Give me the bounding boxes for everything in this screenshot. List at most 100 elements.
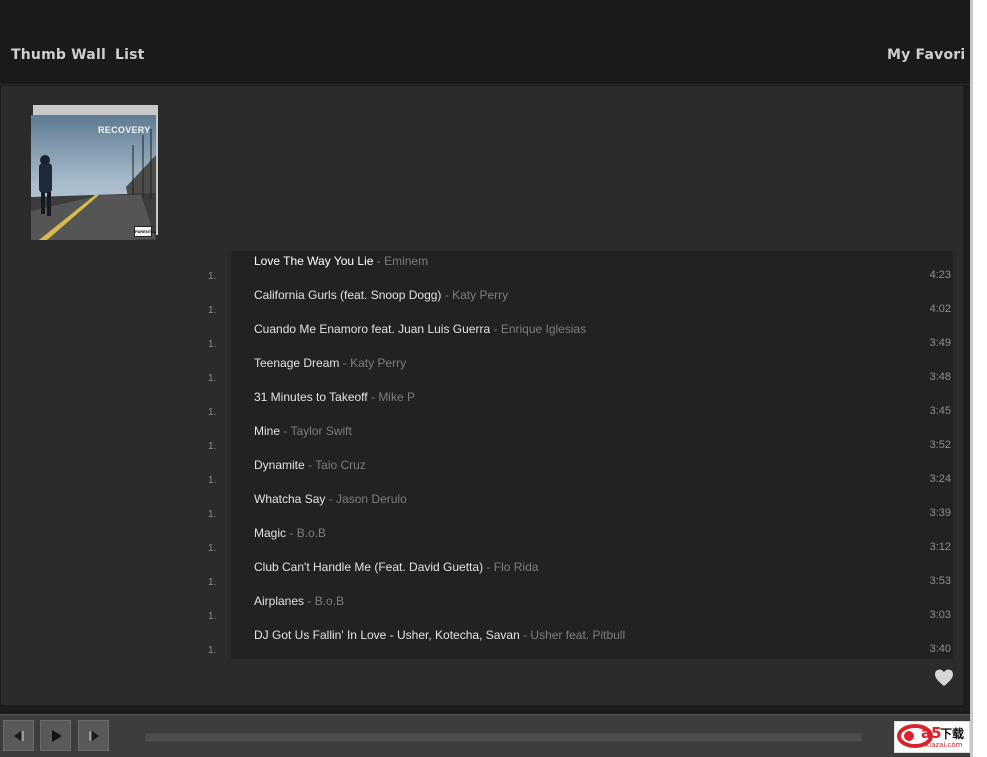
heart-icon	[935, 669, 953, 686]
track-row[interactable]: 1. Airplanes - B.o.B 3:03	[208, 591, 953, 625]
track-artist: Eminem	[384, 254, 429, 268]
parental-advisory-badge: PARENTAL ADVISORY	[134, 226, 156, 240]
track-separator: -	[519, 628, 531, 642]
track-separator: -	[373, 254, 385, 268]
track-title: Club Can't Handle Me (Feat. David Guetta…	[254, 560, 484, 574]
album-cover: RECOVERY PARENTAL ADVISORY	[31, 105, 158, 240]
track-number: 1.	[208, 645, 217, 656]
track-label: Club Can't Handle Me (Feat. David Guetta…	[254, 560, 538, 574]
track-separator: -	[367, 390, 379, 404]
nav-my-favorites[interactable]: My Favorites	[887, 47, 965, 63]
track-label: Whatcha Say - Jason Derulo	[254, 492, 407, 506]
previous-track-button[interactable]	[3, 720, 34, 751]
playlist-panel: RECOVERY PARENTAL ADVISORY 1. Love The W…	[1, 86, 963, 705]
track-number: 1.	[208, 611, 217, 622]
track-number: 1.	[208, 577, 217, 588]
track-label: Teenage Dream - Katy Perry	[254, 356, 406, 370]
skip-back-icon	[14, 731, 24, 741]
track-row[interactable]: 1. California Gurls (feat. Snoop Dogg) -…	[208, 285, 953, 319]
track-label: Magic - B.o.B	[254, 526, 326, 540]
track-title: Mine	[254, 424, 281, 438]
album-art-image[interactable]: RECOVERY PARENTAL ADVISORY	[31, 115, 156, 240]
track-separator: -	[490, 322, 501, 336]
track-title: Magic	[254, 526, 287, 540]
album-title-text: RECOVERY	[98, 125, 151, 135]
track-duration: 3:03	[929, 609, 951, 621]
track-number: 1.	[208, 373, 217, 384]
track-number: 1.	[208, 339, 217, 350]
track-separator: -	[483, 560, 494, 574]
track-duration: 3:49	[929, 337, 951, 349]
nav-thumb-wall[interactable]: Thumb Wall	[11, 47, 106, 63]
player-controls-bar	[0, 714, 970, 757]
track-duration: 4:02	[929, 303, 951, 315]
track-row[interactable]: 1. Whatcha Say - Jason Derulo 3:39	[208, 489, 953, 523]
track-artist: B.o.B	[314, 594, 345, 608]
track-title: Love The Way You Lie	[254, 254, 374, 268]
track-row[interactable]: 1. Cuando Me Enamoro feat. Juan Luis Gue…	[208, 319, 953, 353]
track-row[interactable]: 1. DJ Got Us Fallin' In Love - Usher, Ko…	[208, 625, 953, 659]
track-artist: Usher feat. Pitbull	[530, 628, 626, 642]
track-separator: -	[339, 356, 351, 370]
music-player-app: Thumb Wall List My Favorites	[0, 0, 970, 757]
track-number: 1.	[208, 305, 217, 316]
track-separator: -	[325, 492, 337, 506]
watermark-logo: a5 下载 xiazai.com	[894, 721, 970, 753]
track-title: 31 Minutes to Takeoff	[254, 390, 368, 404]
track-label: Cuando Me Enamoro feat. Juan Luis Guerra…	[254, 322, 586, 336]
track-row[interactable]: 1. Dynamite - Taio Cruz 3:24	[208, 455, 953, 489]
track-number: 1.	[208, 475, 217, 486]
track-artist: Katy Perry	[350, 356, 407, 370]
track-label: Airplanes - B.o.B	[254, 594, 344, 608]
track-artist: B.o.B	[296, 526, 327, 540]
nav-list[interactable]: List	[115, 47, 145, 63]
track-title: California Gurls (feat. Snoop Dogg)	[254, 288, 442, 302]
next-track-button[interactable]	[78, 720, 109, 751]
track-number: 1.	[208, 543, 217, 554]
track-row[interactable]: 1. Magic - B.o.B 3:12	[208, 523, 953, 557]
play-icon	[52, 730, 62, 742]
track-title: Teenage Dream	[254, 356, 340, 370]
track-title: DJ Got Us Fallin' In Love - Usher, Kotec…	[254, 628, 520, 642]
logo-mark-text: a5	[921, 724, 942, 742]
logo-site-text: xiazai.com	[925, 741, 963, 749]
track-row[interactable]: 1. Mine - Taylor Swift 3:52	[208, 421, 953, 455]
track-duration: 3:45	[929, 405, 951, 417]
track-duration: 3:24	[929, 473, 951, 485]
play-button[interactable]	[40, 720, 71, 751]
track-separator: -	[304, 594, 315, 608]
track-label: Mine - Taylor Swift	[254, 424, 352, 438]
track-row[interactable]: 1. Teenage Dream - Katy Perry 3:48	[208, 353, 953, 387]
track-number: 1.	[208, 271, 217, 282]
top-navigation-bar: Thumb Wall List My Favorites	[0, 0, 970, 85]
track-artist: Taylor Swift	[290, 424, 352, 438]
skip-forward-icon	[89, 731, 99, 741]
track-artist: Enrique Iglesias	[500, 322, 587, 336]
track-title: Dynamite	[254, 458, 305, 472]
track-row[interactable]: 1. 31 Minutes to Takeoff - Mike P 3:45	[208, 387, 953, 421]
track-duration: 3:40	[929, 643, 951, 655]
track-row[interactable]: 1. Love The Way You Lie - Eminem 4:23	[208, 251, 953, 285]
track-artist: Taio Cruz	[315, 458, 366, 472]
window-scrollbar-edge	[970, 0, 973, 757]
track-title: Airplanes	[254, 594, 305, 608]
track-label: California Gurls (feat. Snoop Dogg) - Ka…	[254, 288, 508, 302]
track-label: Love The Way You Lie - Eminem	[254, 254, 428, 268]
track-artist: Katy Perry	[452, 288, 509, 302]
track-duration: 3:53	[929, 575, 951, 587]
favorite-heart-button[interactable]	[934, 668, 954, 688]
track-title: Whatcha Say	[254, 492, 326, 506]
playback-progress-bar[interactable]	[145, 733, 862, 742]
track-duration: 4:23	[929, 269, 951, 281]
track-duration: 3:52	[929, 439, 951, 451]
track-separator: -	[280, 424, 291, 438]
track-separator: -	[304, 458, 316, 472]
track-duration: 3:39	[929, 507, 951, 519]
track-label: Dynamite - Taio Cruz	[254, 458, 366, 472]
track-row[interactable]: 1. Club Can't Handle Me (Feat. David Gue…	[208, 557, 953, 591]
track-duration: 3:48	[929, 371, 951, 383]
track-separator: -	[441, 288, 453, 302]
track-artist: Mike P	[378, 390, 415, 404]
track-number: 1.	[208, 407, 217, 418]
track-number: 1.	[208, 441, 217, 452]
